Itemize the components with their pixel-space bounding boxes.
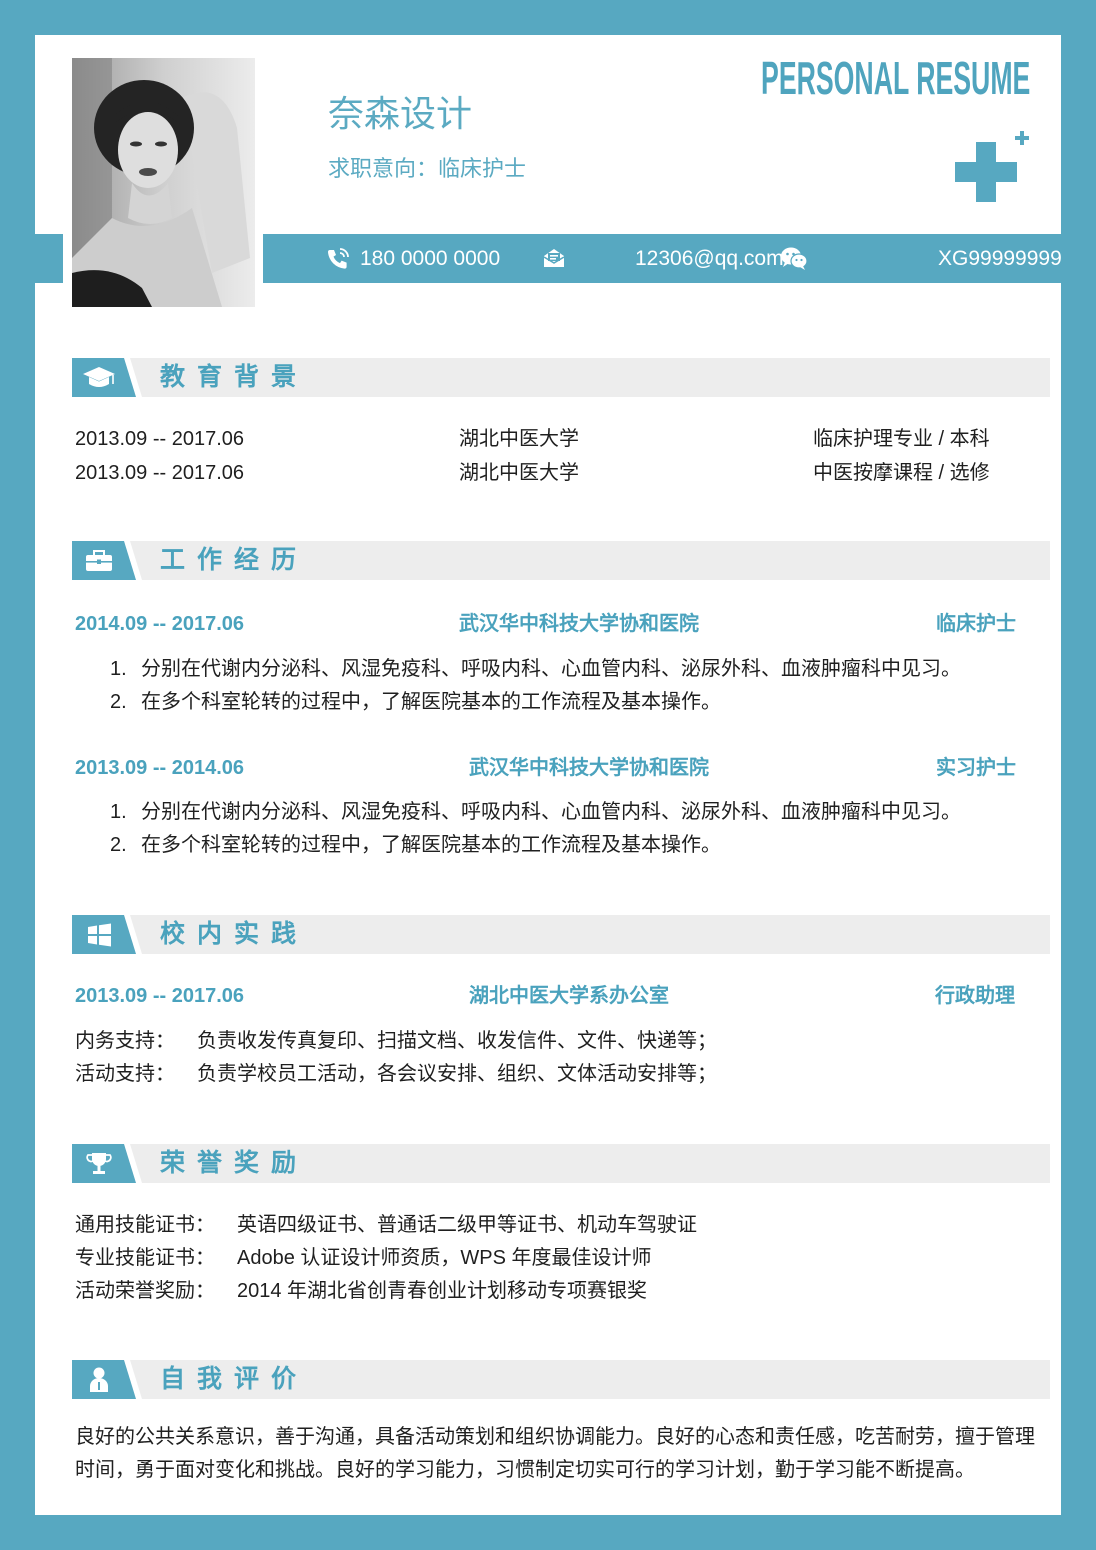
section-header-work: 工作经历 [72,541,1050,580]
campus-row: 活动支持： 负责学校员工活动，各会议安排、组织、文体活动安排等； [0,1058,1096,1091]
section-title: 教育背景 [160,363,309,391]
mail-icon [543,249,565,267]
medical-plus-icon [955,131,1029,202]
list-item: 分别在代谢内分泌科、风湿免疫科、呼吸内科、心血管内科、泌尿外科、血液肿瘤科中见习… [110,653,961,686]
campus-role: 行政助理 [935,985,1015,1007]
resume-title-en: PERSONAL RESUME [760,52,1030,104]
resume-page: PERSONAL RESUME 奈森设计 求职意向：临床护士 180 0000 … [0,0,1096,1550]
campus-organization: 湖北中医大学系办公室 [469,985,669,1007]
campus-row-label: 活动支持： [75,1063,175,1085]
section-header-education: 教育背景 [72,358,1050,397]
phone-icon [328,248,349,269]
section-title: 荣誉奖励 [160,1149,309,1177]
work-organization: 武汉华中科技大学协和医院 [469,757,709,779]
briefcase-icon [86,550,112,571]
honor-label: 通用技能证书： [75,1214,215,1236]
self-evaluation-line: 良好的公共关系意识，善于沟通，具备活动策划和组织协调能力。良好的心态和责任感，吃… [75,1426,1035,1448]
section-header-campus: 校内实践 [72,915,1050,954]
work-duties-list: 分别在代谢内分泌科、风湿免疫科、呼吸内科、心血管内科、泌尿外科、血液肿瘤科中见习… [110,796,961,862]
campus-row-label: 内务支持： [75,1030,175,1052]
honor-row: 专业技能证书： Adobe 认证设计师资质，WPS 年度最佳设计师 [0,1242,1096,1275]
honor-label: 活动荣誉奖励： [75,1280,215,1302]
list-item: 分别在代谢内分泌科、风湿免疫科、呼吸内科、心血管内科、泌尿外科、血液肿瘤科中见习… [110,796,961,829]
self-evaluation-line: 时间，勇于面对变化和挑战。良好的学习能力，习惯制定切实可行的学习计划，勤于学习能… [75,1459,975,1481]
person-icon [90,1367,108,1392]
honor-row: 活动荣誉奖励： 2014 年湖北省创青春创业计划移动专项赛银奖 [0,1275,1096,1308]
honor-text: 英语四级证书、普通话二级甲等证书、机动车驾驶证 [237,1214,697,1236]
work-role: 实习护士 [936,757,1016,779]
section-header-honors: 荣誉奖励 [72,1144,1050,1183]
education-school: 湖北中医大学 [459,462,579,484]
campus-row-text: 负责学校员工活动，各会议安排、组织、文体活动安排等； [197,1063,717,1085]
work-organization: 武汉华中科技大学协和医院 [459,613,699,635]
phone-number: 180 0000 0000 [360,247,501,270]
profile-photo [72,58,255,307]
work-role: 临床护士 [936,613,1016,635]
campus-row-text: 负责收发传真复印、扫描文档、收发信件、文件、快递等； [197,1030,717,1052]
work-period: 2013.09 -- 2014.06 [75,757,245,779]
education-major: 中医按摩课程 / 选修 [813,462,990,484]
list-item: 在多个科室轮转的过程中，了解医院基本的工作流程及基本操作。 [110,686,721,719]
education-major: 临床护理专业 / 本科 [813,428,990,450]
work-period: 2014.09 -- 2017.06 [75,613,245,635]
trophy-icon [86,1153,112,1174]
honor-text: 2014 年湖北省创青春创业计划移动专项赛银奖 [237,1280,648,1302]
section-header-self-evaluation: 自我评价 [72,1360,1050,1399]
work-duties-list: 分别在代谢内分泌科、风湿免疫科、呼吸内科、心血管内科、泌尿外科、血液肿瘤科中见习… [110,653,961,719]
job-objective: 求职意向：临床护士 [328,156,527,181]
campus-period: 2013.09 -- 2017.06 [75,985,245,1007]
email-address: 12306@qq.com [635,247,784,270]
section-title: 校内实践 [160,920,309,948]
graduation-cap-icon [83,367,115,387]
education-period: 2013.09 -- 2017.06 [75,462,245,484]
wechat-id: XG99999999 [938,247,1062,270]
windows-grid-icon [88,923,111,947]
education-period: 2013.09 -- 2017.06 [75,428,245,450]
education-row: 2013.09 -- 2017.06 湖北中医大学 中医按摩课程 / 选修 [0,456,1096,490]
honor-text: Adobe 认证设计师资质，WPS 年度最佳设计师 [237,1247,652,1269]
wechat-icon [781,247,808,270]
campus-row: 内务支持： 负责收发传真复印、扫描文档、收发信件、文件、快递等； [0,1025,1096,1058]
section-title: 自我评价 [160,1365,309,1393]
candidate-name: 奈森设计 [328,93,473,134]
contact-band-left-tab [35,234,63,283]
honor-label: 专业技能证书： [75,1247,215,1269]
list-item: 在多个科室轮转的过程中，了解医院基本的工作流程及基本操作。 [110,829,721,862]
education-school: 湖北中医大学 [459,428,579,450]
section-title: 工作经历 [160,546,309,574]
education-row: 2013.09 -- 2017.06 湖北中医大学 临床护理专业 / 本科 [0,422,1096,456]
honor-row: 通用技能证书： 英语四级证书、普通话二级甲等证书、机动车驾驶证 [0,1209,1096,1242]
